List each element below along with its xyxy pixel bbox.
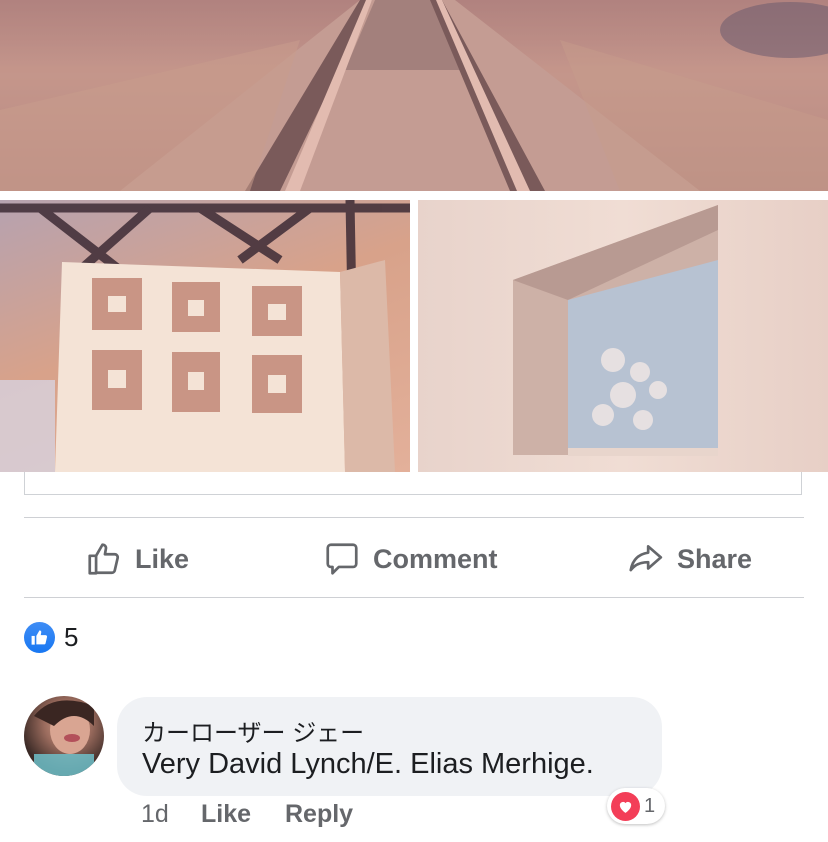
- comment-label: Comment: [373, 543, 498, 574]
- comment-reaction-count: 1: [644, 794, 656, 817]
- reaction-count: 5: [64, 622, 79, 652]
- post-photo-window[interactable]: [418, 200, 828, 472]
- concrete-block-illustration: [0, 200, 410, 472]
- post-photo-concrete-blocks[interactable]: [0, 200, 410, 472]
- share-arrow-icon: [625, 540, 665, 578]
- comment-author-name[interactable]: カーローザー ジェー: [142, 713, 364, 748]
- share-label: Share: [677, 543, 753, 574]
- reaction-summary[interactable]: 5: [24, 622, 78, 653]
- comment-icon: [323, 540, 361, 578]
- comment-reaction-badge[interactable]: 1: [607, 788, 666, 824]
- post-photo-caption-frame: [24, 472, 802, 495]
- comment-like-button[interactable]: Like: [201, 800, 251, 829]
- post-photo-railroad[interactable]: [0, 0, 828, 191]
- comment-reply-button[interactable]: Reply: [285, 800, 353, 829]
- comment-text: Very David Lynch/E. Elias Merhige.: [142, 748, 594, 780]
- divider: [24, 597, 804, 598]
- thumbs-up-icon: [24, 622, 55, 653]
- like-label: Like: [135, 543, 190, 574]
- divider: [24, 517, 804, 518]
- avatar-image: [34, 700, 94, 776]
- railroad-illustration: [0, 0, 828, 191]
- share-button[interactable]: Share: [625, 530, 752, 588]
- window-illustration: [513, 205, 718, 456]
- heart-icon: [611, 791, 640, 821]
- thumbs-up-icon: [85, 540, 123, 578]
- avatar[interactable]: [24, 696, 104, 776]
- like-button[interactable]: Like: [85, 530, 189, 588]
- comment-button[interactable]: Comment: [323, 530, 498, 588]
- comment-timestamp[interactable]: 1d: [141, 800, 169, 829]
